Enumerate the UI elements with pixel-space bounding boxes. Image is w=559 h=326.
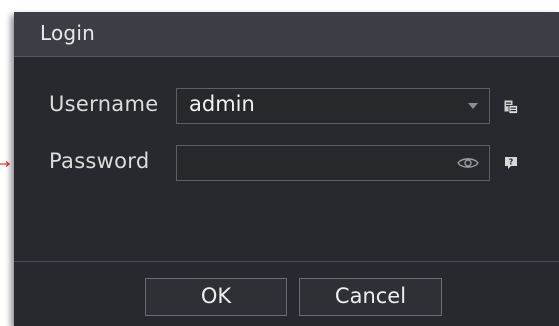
svg-text:?: ? (509, 158, 514, 167)
username-label: Username (49, 92, 159, 116)
username-select[interactable]: admin (176, 88, 490, 124)
footer-divider (14, 261, 559, 262)
password-label: Password (49, 149, 150, 173)
screen: Login Username admin Password ? OK Cance… (0, 0, 559, 326)
cancel-button[interactable]: Cancel (299, 278, 442, 316)
help-icon[interactable]: ? (504, 156, 518, 170)
dialog-title: Login (40, 21, 95, 45)
eye-icon[interactable] (457, 156, 479, 170)
pointer-arrow-icon (0, 161, 10, 167)
user-list-icon[interactable] (504, 100, 518, 114)
ok-button[interactable]: OK (145, 278, 287, 316)
login-dialog: Login Username admin Password ? OK Cance… (14, 12, 559, 326)
password-field[interactable] (176, 145, 490, 181)
username-value: admin (189, 92, 255, 116)
dialog-titlebar: Login (14, 12, 559, 57)
chevron-down-icon[interactable] (468, 103, 478, 109)
